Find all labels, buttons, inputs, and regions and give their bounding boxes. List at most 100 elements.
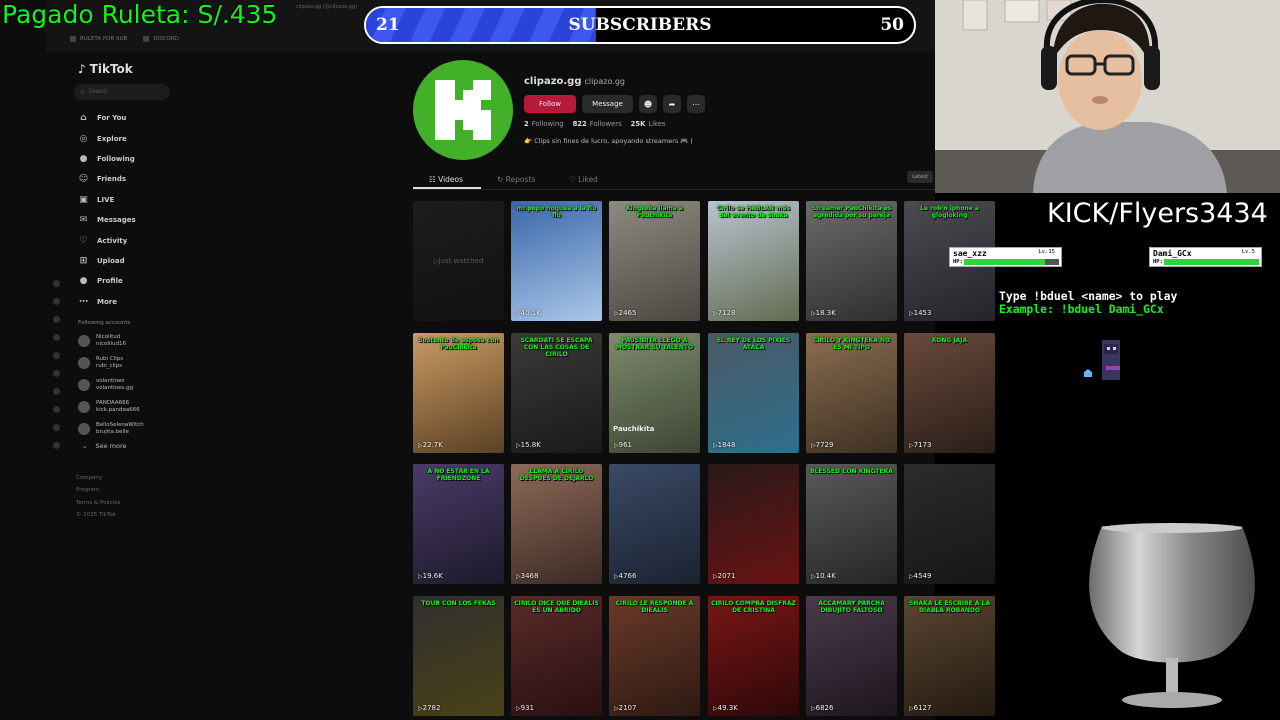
video-card[interactable]: TOUR CON LOS FEKAS 2782 [413, 596, 504, 716]
video-card[interactable]: CIRILO DICE QUE DIEALIS ES UN ABRIDO 931 [511, 596, 602, 716]
extension-icon[interactable] [52, 352, 60, 359]
extension-icon[interactable] [52, 316, 60, 323]
sidebar-item-explore[interactable]: ◎ Explore [78, 128, 180, 148]
sidebar-item-profile[interactable]: ● Profile [78, 271, 180, 291]
video-caption: Cirilo se HABLAN más del evento de shaka [716, 205, 791, 219]
following-account[interactable]: Rubi Clips rubi_clips [78, 352, 180, 374]
tab-liked[interactable]: ♡ Liked [569, 175, 598, 184]
video-view-count: 1453 [909, 309, 932, 317]
extension-icon[interactable] [52, 388, 60, 395]
following-account[interactable]: PANDAA666 kick.pandaa666 [78, 396, 180, 418]
following-accounts-list: Nicolitud nicoliiud16 Rubi Clips rubi_clips… [78, 330, 180, 440]
footer-link[interactable]: Company [76, 472, 180, 485]
sidebar-item-label: More [97, 297, 117, 306]
follow-button[interactable]: Follow [524, 95, 576, 113]
extension-icon[interactable] [52, 406, 60, 413]
video-card[interactable]: mr.popo noquea a la flu flu 40.1K [511, 201, 602, 321]
video-card[interactable]: CIRILO COMPRA DISFRAZ DE CRISTINA 49.3K [708, 596, 799, 716]
footer-link[interactable]: Program [76, 484, 180, 497]
extension-icon[interactable] [52, 442, 60, 449]
video-card[interactable]: 4766 [609, 464, 700, 584]
logo-text: TikTok [89, 62, 133, 76]
webcam-feed [935, 0, 1280, 193]
duel-player1-card: sae_xzz Lv.15 HP: [949, 247, 1062, 267]
video-card[interactable]: 4549 [904, 464, 995, 584]
see-more-button[interactable]: ⌄ See more [82, 442, 180, 450]
video-card[interactable]: Kingteka llama a Pauchikita 2465 [609, 201, 700, 321]
share-icon[interactable]: ➦ [663, 95, 681, 113]
bookmark-discord[interactable]: DISCORD [143, 36, 179, 42]
video-card[interactable]: KONG JAJA 7173 [904, 333, 995, 453]
video-card[interactable]: SHAKA LE ESCRIBE A LA DIABLA ROBANDO 6127 [904, 596, 995, 716]
k-logo-icon [435, 80, 491, 140]
more-options-icon[interactable]: ⋯ [687, 95, 705, 113]
following-avatar-icon: ● [79, 153, 88, 164]
sidebar-item-activity[interactable]: ♡ Activity [78, 230, 180, 250]
video-card[interactable]: 2071 [708, 464, 799, 584]
video-card[interactable]: Streamer PauChikita es agredida por su p… [806, 201, 897, 321]
sidebar-item-messages[interactable]: ✉ Messages [78, 210, 180, 230]
video-card[interactable]: EL REY DE LOS PIXIES ATACA 1848 [708, 333, 799, 453]
tiktok-logo[interactable]: ♪ TikTok [78, 62, 180, 76]
footer-link[interactable]: Terms & Policies [76, 497, 180, 510]
video-view-count: 961 [614, 441, 632, 449]
account-handle: brujita.belle [96, 428, 129, 435]
add-friend-icon[interactable]: ☻ [639, 95, 657, 113]
following-account[interactable]: volantines volantines.gg [78, 374, 180, 396]
bookmark-icon [70, 36, 76, 42]
sidebar-item-label: Friends [97, 175, 127, 184]
extension-icon[interactable] [52, 298, 60, 305]
bookmark-label: RULETA POR SUB [80, 36, 128, 42]
stat-following[interactable]: 2 Following [524, 120, 564, 128]
extension-icon[interactable] [52, 424, 60, 431]
following-account[interactable]: BelloSelenaWitch brujita.belle [78, 418, 180, 440]
extension-icon[interactable] [52, 280, 60, 287]
profile-avatar[interactable] [413, 60, 513, 160]
sort-latest-button[interactable]: Latest [907, 171, 933, 183]
video-caption: BLESSED CON KINGTEKA [810, 468, 893, 475]
sidebar-item-more[interactable]: ⋯ More [78, 292, 180, 312]
sidebar-item-following[interactable]: ● Following [78, 149, 180, 169]
video-caption: Streamer PauChikita es agredida por su p… [811, 205, 892, 219]
video-card[interactable]: Sustento de esposa con PauChikita 22.7K [413, 333, 504, 453]
sidebar-item-friends[interactable]: ☺ Friends [78, 169, 180, 189]
sidebar-item-upload[interactable]: ⊞ Upload [78, 251, 180, 271]
extension-icon[interactable] [52, 334, 60, 341]
tab-videos[interactable]: ☷ Videos [429, 175, 463, 184]
avatar [78, 356, 90, 369]
video-caption: A NO ESTAR EN LA FRIENDZONE [427, 468, 490, 482]
bookmark-icon [143, 36, 150, 42]
video-view-count: 40.1K [516, 309, 541, 317]
video-card[interactable]: A NO ESTAR EN LA FRIENDZONE 19.6K [413, 464, 504, 584]
video-card[interactable]: BLESSED CON KINGTEKA 10.4K [806, 464, 897, 584]
player-name: sae_xzz [953, 249, 987, 258]
bookmark-ruleta[interactable]: RULETA POR SUB [70, 36, 127, 42]
sidebar-item-for-you[interactable]: ⌂ For You [78, 108, 180, 128]
sidebar-item-live[interactable]: ▣ LIVE [78, 190, 180, 210]
video-card[interactable]: PAUSIDITA LLEGO A MOSTRAR SU TALENTO Pauc… [609, 333, 700, 453]
account-name: PANDAA666 [96, 399, 130, 406]
video-card[interactable]: ACCAMARY PARCHA DIBUJITO FALTOSO 6826 [806, 596, 897, 716]
stat-value: 25K [630, 120, 646, 128]
account-handle: kick.pandaa666 [96, 406, 140, 413]
video-caption: EL REY DE LOS PIXIES ATACA [716, 337, 791, 351]
extension-icon[interactable] [52, 370, 60, 377]
video-caption: CIRILO DICE QUE DIEALIS ES UN ABRIDO [514, 600, 599, 614]
tab-reposts[interactable]: ↻ Reposts [497, 175, 535, 184]
hp-label: HP: [1153, 259, 1163, 265]
video-view-count: 2782 [418, 704, 441, 712]
sidebar-item-label: Profile [97, 277, 123, 286]
live-icon: ▣ [79, 194, 88, 205]
video-card[interactable]: CIRILO LE RESPONDE A DIEALIS 2107 [609, 596, 700, 716]
video-card[interactable]: Cirilo se HABLAN más del evento de shaka… [708, 201, 799, 321]
video-card[interactable]: CIRILO Y KINGTEKA NO ES MI TIPO 7729 [806, 333, 897, 453]
video-card[interactable]: LLAMA A CIRILO DESPUES DE DEJARLO 3468 [511, 464, 602, 584]
following-account[interactable]: Nicolitud nicoliiud16 [78, 330, 180, 352]
player-level: Lv.15 [1038, 249, 1055, 255]
video-card[interactable]: SCARDATI SE ESCAPA CON LAS COSAS DE CIRI… [511, 333, 602, 453]
stat-followers[interactable]: 822 Followers [573, 120, 622, 128]
message-button[interactable]: Message [582, 95, 633, 113]
stat-label: Following [531, 120, 564, 128]
video-card[interactable]: Just watched [413, 201, 504, 321]
search-input[interactable]: ⚲ Search [74, 84, 170, 100]
